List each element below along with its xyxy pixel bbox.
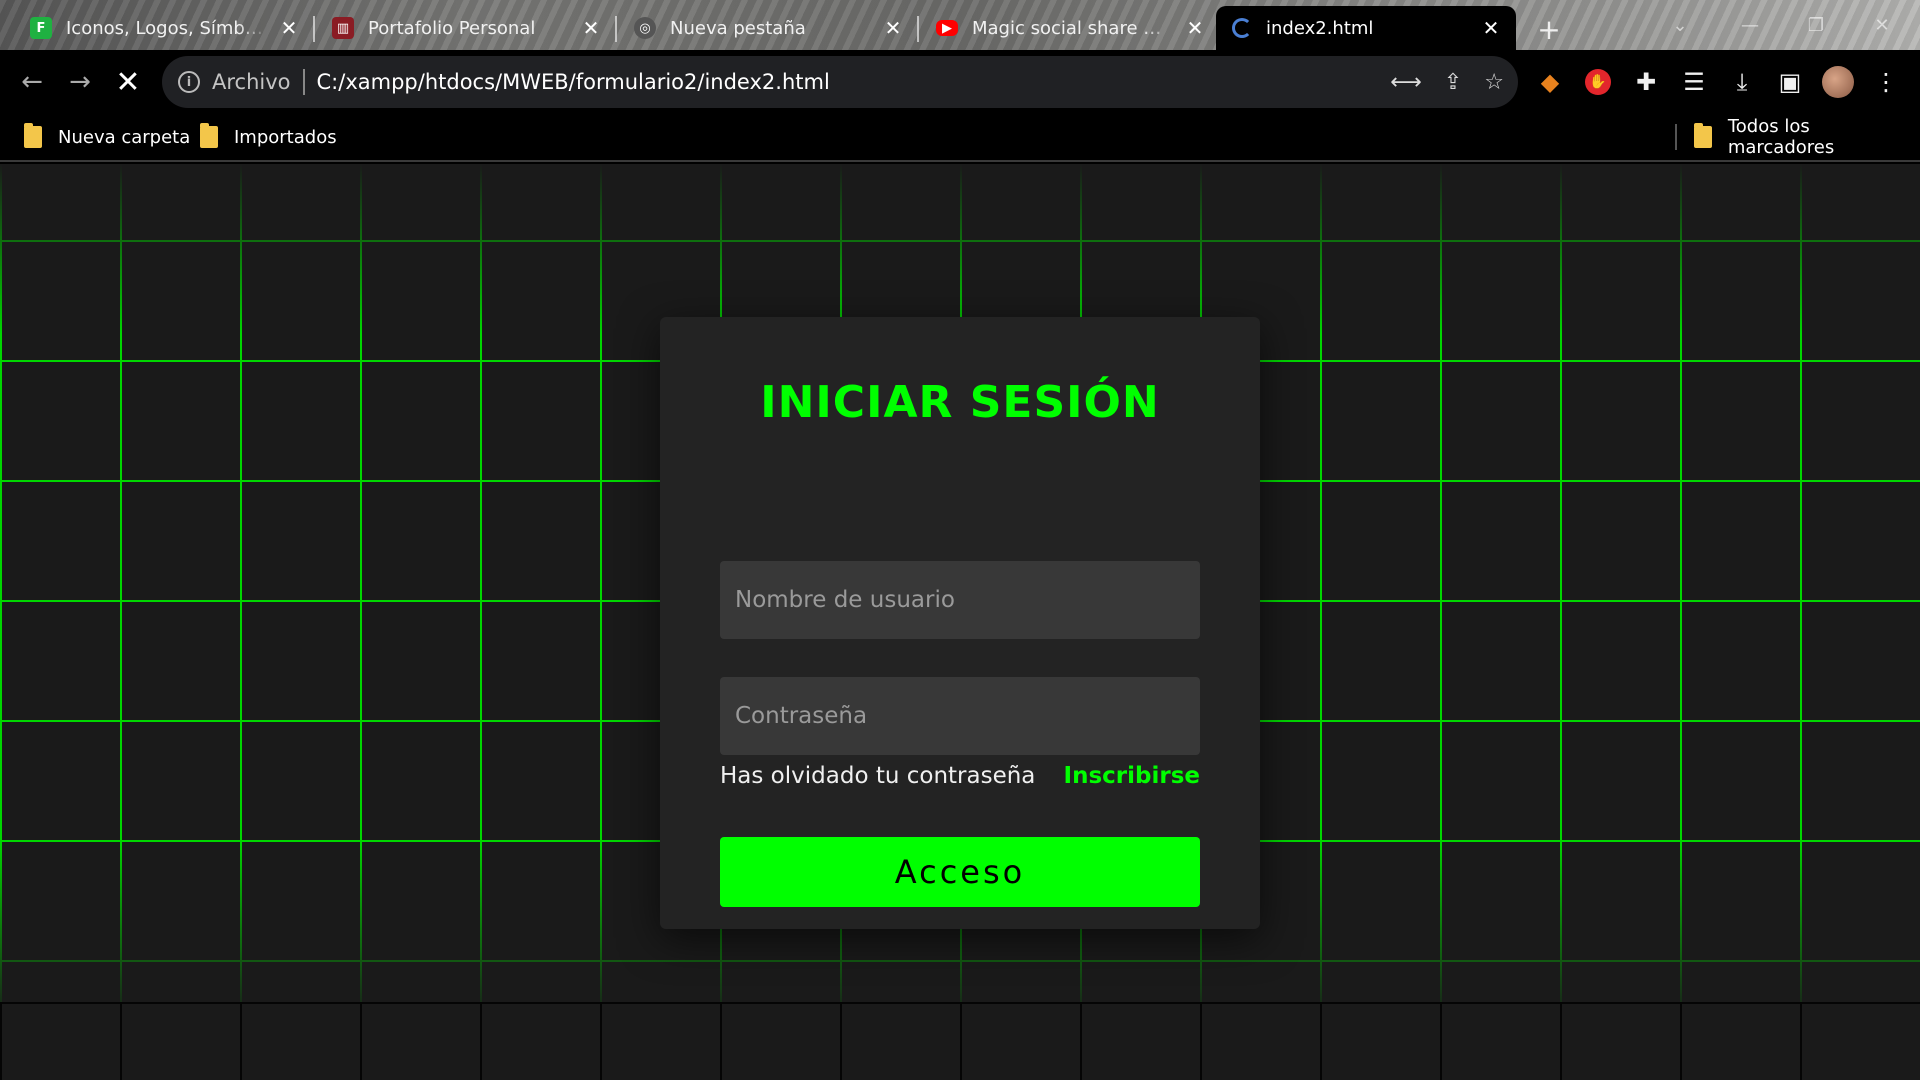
password-input[interactable]	[720, 677, 1200, 755]
tab-title: Magic social share menu	[972, 17, 1174, 39]
portfolio-favicon-icon: ▥	[332, 17, 354, 39]
close-icon[interactable]: ✕	[1184, 16, 1206, 40]
bookmark-label: Todos los marcadores	[1727, 116, 1835, 158]
submit-button[interactable]: Acceso	[720, 837, 1200, 907]
stop-loading-icon[interactable]: ✕	[108, 62, 148, 102]
window-close-icon[interactable]: ✕	[1862, 10, 1902, 40]
bookmark-folder-nueva-carpeta[interactable]: Nueva carpeta	[24, 122, 190, 152]
grid-floor	[0, 1002, 1920, 1080]
translate-icon[interactable]: ⟷	[1390, 70, 1422, 95]
bookmark-folder-importados[interactable]: Importados	[200, 122, 337, 152]
new-tab-plus-icon[interactable]: +	[1532, 12, 1566, 46]
close-icon[interactable]: ✕	[580, 16, 602, 40]
loading-spinner-icon	[1232, 18, 1252, 38]
folder-icon	[1694, 123, 1712, 148]
close-icon[interactable]: ✕	[278, 16, 300, 40]
close-icon[interactable]: ✕	[1480, 16, 1502, 40]
omnibox-divider	[302, 69, 305, 95]
address-bar[interactable]: i Archivo C:/xampp/htdocs/MWEB/formulari…	[162, 56, 1518, 108]
tab-youtube[interactable]: ▶ Magic social share menu ✕	[920, 6, 1220, 50]
tab-portfolio[interactable]: ▥ Portafolio Personal ✕	[316, 6, 617, 50]
bookmarks-divider	[1675, 124, 1677, 150]
folder-icon	[200, 123, 218, 148]
scheme-label: Archivo	[212, 70, 291, 94]
info-icon[interactable]: i	[178, 71, 200, 93]
tab-new-tab[interactable]: ◎ Nueva pestaña ✕	[618, 6, 919, 50]
login-title: INICIAR SESIÓN	[760, 377, 1160, 428]
share-icon[interactable]: ⇪	[1444, 70, 1462, 95]
close-icon[interactable]: ✕	[882, 16, 904, 40]
tab-strip: F Iconos, Logos, Símbolos ✕ ▥ Portafolio…	[0, 0, 1920, 50]
bookmarks-bar: Nueva carpeta Importados Todos los marca…	[0, 114, 1920, 162]
restore-icon[interactable]: ❐	[1796, 10, 1836, 40]
signup-link[interactable]: Inscribirse	[1064, 763, 1200, 789]
forgot-password-link[interactable]: Has olvidado tu contraseña	[720, 763, 1035, 789]
tab-title: Portafolio Personal	[368, 17, 536, 39]
minimize-icon[interactable]: —	[1730, 10, 1770, 40]
youtube-favicon-icon: ▶	[936, 20, 958, 36]
tab-title: Iconos, Logos, Símbolos	[66, 17, 268, 39]
download-icon[interactable]: ⤓	[1724, 64, 1760, 100]
username-input[interactable]	[720, 561, 1200, 639]
browser-toolbar: ← → ✕ i Archivo C:/xampp/htdocs/MWEB/for…	[0, 50, 1920, 114]
flaticon-favicon-icon: F	[30, 17, 52, 39]
grid-fade-top	[0, 164, 1920, 334]
folder-icon	[24, 123, 42, 148]
tab-title: index2.html	[1266, 17, 1374, 39]
tab-flaticon[interactable]: F Iconos, Logos, Símbolos ✕	[14, 6, 315, 50]
adblock-extension-icon[interactable]: ✋	[1580, 64, 1616, 100]
tab-title: Nueva pestaña	[670, 17, 806, 39]
chrome-favicon-icon: ◎	[634, 17, 656, 39]
tab-index2-active[interactable]: index2.html ✕	[1216, 6, 1516, 50]
menu-kebab-icon[interactable]: ⋮	[1868, 64, 1904, 100]
bookmark-folder-all[interactable]: Todos los marcadores	[1694, 116, 1920, 158]
reading-list-icon[interactable]: ☰	[1676, 64, 1712, 100]
login-card: INICIAR SESIÓN Has olvidado tu contraseñ…	[660, 317, 1260, 929]
omnibox-actions: ⟷ ⇪ ☆	[1390, 56, 1504, 108]
extensions-puzzle-icon[interactable]: ✚	[1628, 64, 1664, 100]
forward-arrow-icon[interactable]: →	[60, 62, 100, 102]
page-viewport: INICIAR SESIÓN Has olvidado tu contraseñ…	[0, 164, 1920, 1080]
profile-avatar[interactable]	[1820, 64, 1856, 100]
bookmark-label: Nueva carpeta	[58, 126, 191, 148]
url-text[interactable]: C:/xampp/htdocs/MWEB/formulario2/index2.…	[317, 70, 830, 94]
metamask-extension-icon[interactable]: ◆	[1532, 64, 1568, 100]
bookmark-star-icon[interactable]: ☆	[1484, 70, 1504, 95]
back-arrow-icon[interactable]: ←	[12, 62, 52, 102]
bookmark-label: Importados	[234, 126, 337, 148]
side-panel-icon[interactable]: ▣	[1772, 64, 1808, 100]
tab-search-chevron-icon[interactable]: ⌄	[1660, 10, 1700, 40]
